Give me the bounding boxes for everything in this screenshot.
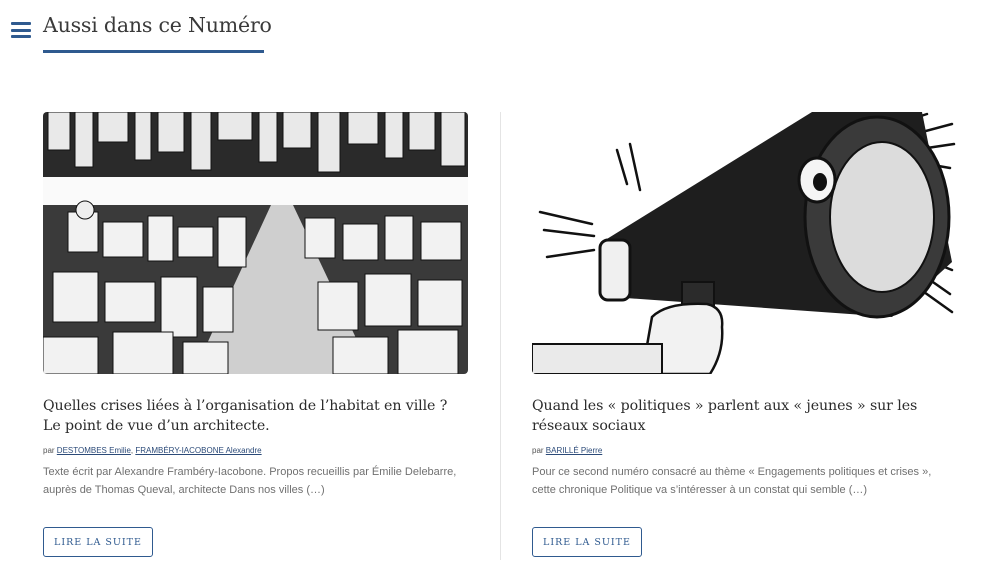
read-more-button[interactable]: LIRE LA SUITE [532, 527, 642, 557]
article-byline: par DESTOMBES Emilie, FRAMBÉRY-IACOBONE … [43, 446, 262, 455]
article-card-1: Quelles crises liées à l’organisation de… [43, 112, 468, 557]
section-title: Aussi dans ce Numéro [43, 13, 272, 37]
author-link[interactable]: DESTOMBES Emilie [57, 446, 131, 455]
byline-prefix: par [532, 446, 544, 455]
article-title[interactable]: Quand les « politiques » parlent aux « j… [532, 396, 957, 436]
article-image-city[interactable] [43, 112, 468, 374]
author-link[interactable]: BARILLÉ Pierre [546, 446, 602, 455]
byline-prefix: par [43, 446, 55, 455]
author-link[interactable]: FRAMBÉRY-IACOBONE Alexandre [135, 446, 261, 455]
article-excerpt: Pour ce second numéro consacré au thème … [532, 466, 932, 496]
article-card-2: Quand les « politiques » parlent aux « j… [532, 112, 957, 557]
hamburger-menu-icon[interactable] [11, 22, 31, 38]
read-more-button[interactable]: LIRE LA SUITE [43, 527, 153, 557]
article-title[interactable]: Quelles crises liées à l’organisation de… [43, 396, 468, 436]
title-underline [43, 50, 264, 53]
article-byline: par BARILLÉ Pierre [532, 446, 957, 455]
article-excerpt: Texte écrit par Alexandre Frambéry-Iacob… [43, 466, 457, 496]
article-image-megaphone[interactable] [532, 112, 957, 374]
column-divider [500, 112, 501, 560]
